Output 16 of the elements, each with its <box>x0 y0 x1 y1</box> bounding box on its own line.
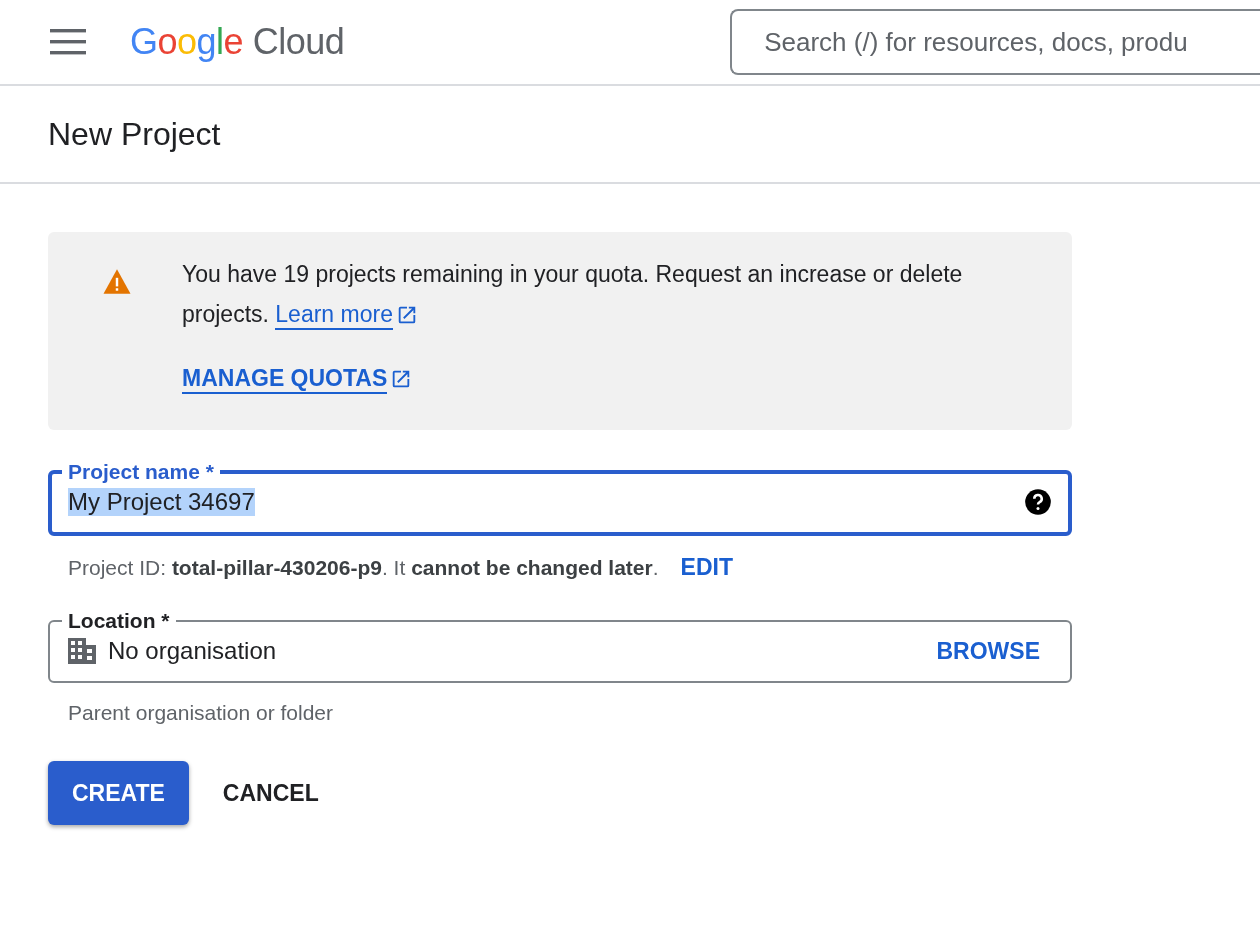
create-button[interactable]: CREATE <box>48 761 189 825</box>
location-hint: Parent organisation or folder <box>68 701 333 725</box>
browse-button[interactable]: BROWSE <box>936 637 1040 665</box>
search-field[interactable]: Search (/) for resources, docs, produ <box>730 9 1260 75</box>
logo[interactable]: Google Cloud <box>130 21 345 63</box>
menu-icon[interactable] <box>50 29 86 55</box>
building-icon <box>68 638 96 664</box>
notice-text: You have 19 projects remaining in your quota. Request an increase or delete projects. Learn more <box>182 254 1002 334</box>
warning-icon <box>102 268 132 295</box>
project-id-hint: Project ID: total-pillar-430206-p9. It cannot be changed later. <box>68 555 659 580</box>
help-icon[interactable] <box>1024 488 1052 516</box>
page-title: New Project <box>48 115 221 153</box>
manage-quotas-link[interactable]: MANAGE QUOTAS <box>182 364 413 394</box>
learn-more-link[interactable]: Learn more <box>275 300 418 330</box>
edit-link[interactable]: EDIT <box>680 554 733 581</box>
cancel-button[interactable]: CANCEL <box>198 761 343 825</box>
